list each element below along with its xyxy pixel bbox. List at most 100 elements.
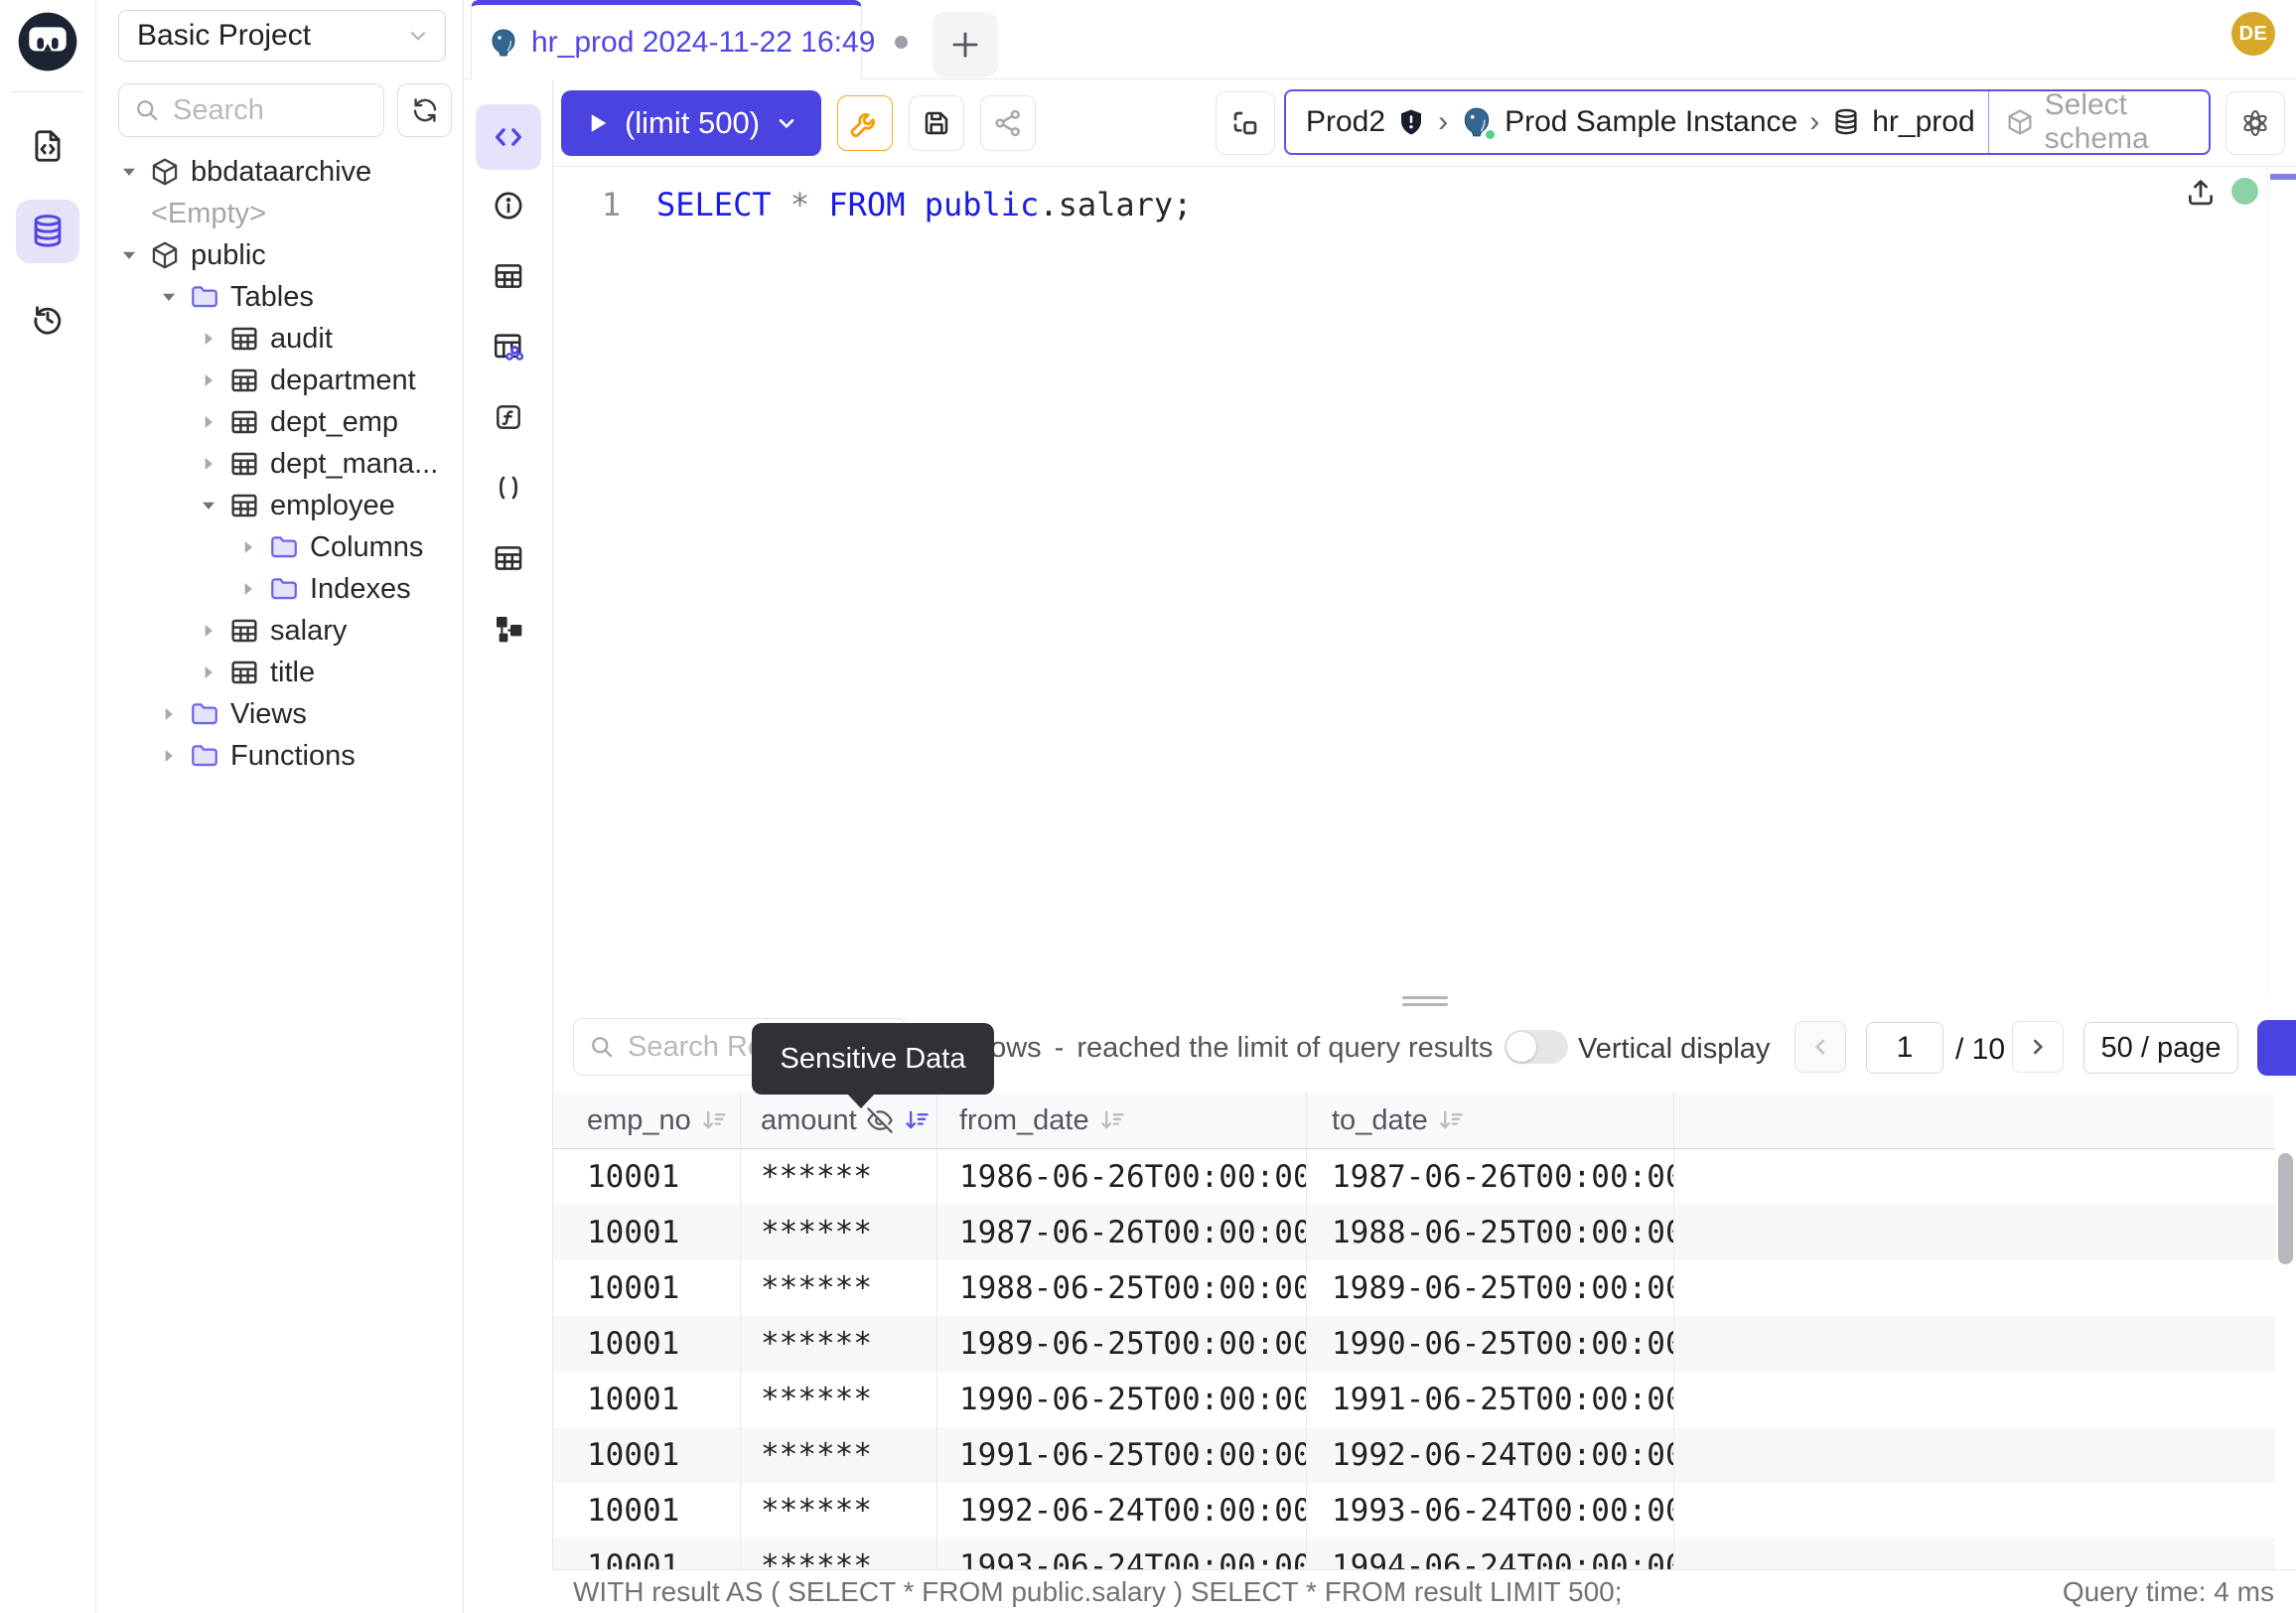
schema-diagram-button[interactable] — [464, 593, 552, 663]
cell[interactable]: 1988-06-25T00:00:00Z — [937, 1260, 1307, 1316]
sort-icon[interactable] — [1437, 1106, 1465, 1134]
tree-item-dept-mana[interactable]: dept_mana... — [96, 443, 462, 485]
cell[interactable]: 1994-06-24T00:00:00Z — [1307, 1539, 1674, 1569]
connection-button[interactable] — [1216, 91, 1275, 155]
tree-item-public[interactable]: public — [96, 234, 462, 276]
project-selector[interactable]: Basic Project — [118, 10, 446, 62]
tree-item-department[interactable]: department — [96, 360, 462, 401]
cell[interactable]: 1989-06-25T00:00:00Z — [937, 1316, 1307, 1372]
tree-item-audit[interactable]: audit — [96, 318, 462, 360]
cell[interactable]: ****** — [741, 1427, 937, 1483]
cell[interactable]: 1993-06-24T00:00:00Z — [937, 1539, 1307, 1569]
cell[interactable]: 1991-06-25T00:00:00Z — [937, 1427, 1307, 1483]
tree-item-employee[interactable]: employee — [96, 485, 462, 526]
tree-item-indexes[interactable]: Indexes — [96, 568, 462, 610]
cell[interactable]: 10001 — [553, 1260, 741, 1316]
sort-icon[interactable] — [903, 1106, 931, 1134]
connection-breadcrumb[interactable]: Prod2 › Prod Sample Instance › hr_prod S… — [1284, 89, 2211, 155]
caret-right-icon[interactable] — [236, 578, 260, 600]
sensitive-data-button[interactable] — [464, 311, 552, 381]
ai-assistant-button[interactable] — [2225, 91, 2285, 155]
column-header-emp-no[interactable]: emp_no — [553, 1093, 741, 1148]
code-mode-button[interactable] — [476, 104, 541, 170]
sidebar-item-worksheets[interactable] — [16, 114, 79, 178]
cell[interactable]: ****** — [741, 1372, 937, 1427]
panel-resize-handle[interactable] — [553, 993, 2296, 1009]
cell[interactable]: 10001 — [553, 1483, 741, 1539]
cell[interactable]: ****** — [741, 1316, 937, 1372]
cell[interactable] — [1674, 1372, 2275, 1427]
cell[interactable]: 1992-06-24T00:00:00Z — [937, 1483, 1307, 1539]
caret-right-icon[interactable] — [197, 411, 220, 433]
page-number-input[interactable] — [1866, 1022, 1943, 1074]
upload-icon[interactable] — [2184, 176, 2218, 210]
cell[interactable]: 1990-06-25T00:00:00Z — [937, 1372, 1307, 1427]
sort-icon[interactable] — [700, 1106, 728, 1134]
cell[interactable] — [1674, 1149, 2275, 1205]
cell[interactable]: 10001 — [553, 1372, 741, 1427]
sidebar-item-databases[interactable] — [16, 200, 79, 263]
cell[interactable]: 1986-06-26T00:00:00Z — [937, 1149, 1307, 1205]
caret-right-icon[interactable] — [197, 369, 220, 391]
procedures-button[interactable] — [464, 452, 552, 522]
tree-item-bbdataarchive[interactable]: bbdataarchive — [96, 151, 462, 193]
column-header-amount[interactable]: amount — [741, 1093, 937, 1148]
caret-down-icon[interactable] — [157, 286, 181, 308]
tab-hr-prod[interactable]: hr_prod 2024-11-22 16:49 — [471, 0, 862, 79]
page-size-select[interactable]: 50 / page — [2083, 1022, 2238, 1074]
sidebar-item-history[interactable] — [16, 287, 79, 351]
sidebar-search[interactable] — [118, 83, 384, 137]
caret-right-icon[interactable] — [197, 328, 220, 350]
prev-page-button[interactable] — [1794, 1021, 1846, 1073]
cell[interactable]: ****** — [741, 1205, 937, 1260]
caret-right-icon[interactable] — [197, 453, 220, 475]
tree-item-dept-emp[interactable]: dept_emp — [96, 401, 462, 443]
caret-right-icon[interactable] — [197, 620, 220, 642]
column-header-to-date[interactable]: to_date — [1307, 1093, 1674, 1148]
cell[interactable] — [1674, 1205, 2275, 1260]
caret-right-icon[interactable] — [236, 536, 260, 558]
cell[interactable] — [1674, 1260, 2275, 1316]
cell[interactable]: 1987-06-26T00:00:00Z — [937, 1205, 1307, 1260]
avatar[interactable]: DE — [2231, 12, 2275, 56]
cell[interactable]: 1992-06-24T00:00:00Z — [1307, 1427, 1674, 1483]
functions-button[interactable] — [464, 381, 552, 452]
run-query-button[interactable]: (limit 500) — [561, 90, 821, 156]
cell[interactable] — [1674, 1483, 2275, 1539]
sort-icon[interactable] — [1098, 1106, 1126, 1134]
results-scrollbar[interactable] — [2278, 1153, 2293, 1264]
cell[interactable]: 1989-06-25T00:00:00Z — [1307, 1260, 1674, 1316]
info-button[interactable] — [464, 170, 552, 240]
schema-selector[interactable]: Select schema — [1988, 91, 2209, 153]
cell[interactable]: 1987-06-26T00:00:00Z — [1307, 1149, 1674, 1205]
caret-down-icon[interactable] — [117, 161, 141, 183]
tree-item-title[interactable]: title — [96, 652, 462, 693]
cell[interactable]: ****** — [741, 1539, 937, 1569]
tree-item-columns[interactable]: Columns — [96, 526, 462, 568]
share-button[interactable] — [980, 95, 1036, 151]
save-button[interactable] — [909, 95, 964, 151]
external-tables-button[interactable] — [464, 522, 552, 593]
caret-right-icon[interactable] — [157, 703, 181, 725]
cell[interactable] — [1674, 1427, 2275, 1483]
tree-item-tables[interactable]: Tables — [96, 276, 462, 318]
sidebar-search-input[interactable] — [173, 94, 352, 127]
add-tab-button[interactable] — [933, 12, 998, 77]
caret-down-icon[interactable] — [117, 244, 141, 266]
cell[interactable]: 1991-06-25T00:00:00Z — [1307, 1372, 1674, 1427]
cell[interactable]: 10001 — [553, 1205, 741, 1260]
tree-item-salary[interactable]: salary — [96, 610, 462, 652]
cell[interactable] — [1674, 1539, 2275, 1569]
eye-off-icon[interactable] — [866, 1106, 894, 1134]
format-sql-button[interactable] — [837, 95, 893, 151]
cell[interactable]: ****** — [741, 1483, 937, 1539]
refresh-schema-button[interactable] — [397, 83, 452, 137]
tree-item-functions[interactable]: Functions — [96, 735, 462, 777]
column-header-from-date[interactable]: from_date — [937, 1093, 1307, 1148]
vertical-display-toggle[interactable] — [1505, 1030, 1568, 1064]
cell[interactable]: 10001 — [553, 1427, 741, 1483]
export-button[interactable] — [2257, 1020, 2296, 1076]
cell[interactable]: 1990-06-25T00:00:00Z — [1307, 1316, 1674, 1372]
cell[interactable]: ****** — [741, 1260, 937, 1316]
sql-editor[interactable]: 1 SELECT * FROM public.salary; — [553, 168, 2296, 993]
